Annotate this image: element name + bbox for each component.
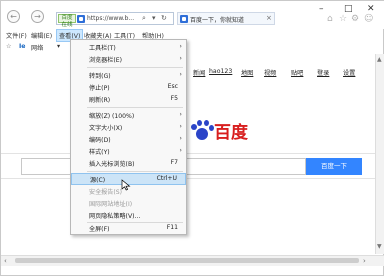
link-video[interactable]: 视频 [264, 68, 276, 77]
scroll-down-icon[interactable]: ▼ [377, 243, 382, 250]
menu-item-label: 样式(Y) [89, 149, 110, 156]
menu-separator [87, 107, 183, 108]
shortcut-label: Ctrl+U [156, 175, 177, 182]
shortcut-label: Esc [167, 83, 178, 90]
link-hao123[interactable]: hao123 [209, 68, 232, 75]
link-map[interactable]: 地图 [241, 68, 253, 77]
menu-item-zoom[interactable]: 缩放(Z) (100%) › [71, 110, 186, 121]
shortcut-label: F7 [170, 159, 178, 166]
menu-item-label: 网页隐私策略(V)... [89, 213, 141, 220]
refresh-icon[interactable]: ↻ [161, 14, 167, 22]
menu-item-encoding[interactable]: 编码(D) › [71, 134, 186, 145]
browser-window: ← → 百度在线 https://www.b... ⌕ ▾ ↻ 百度一下，你就知… [0, 0, 384, 276]
maximize-button[interactable]: □ [344, 4, 353, 14]
tab-baidu[interactable]: 百度一下，你就知道 × [177, 12, 275, 25]
link-news[interactable]: 新闻 [193, 68, 205, 77]
page-content: 新闻 hao123 地图 视频 贴吧 登录 设置 百度 百度一下 ▲ ▼ [1, 54, 384, 254]
smiley-icon[interactable]: ☺ [364, 14, 373, 24]
search-icon[interactable]: ⌕ [142, 14, 146, 23]
menu-bar: 文件(F) 编辑(E) 查看(V) 收藏夹(A) 工具(T) 帮助(H) [1, 29, 384, 42]
link-login[interactable]: 登录 [317, 68, 329, 77]
favorites-star-icon[interactable]: ☆ [339, 14, 347, 24]
tab-title: 百度一下，你就知道 [190, 17, 245, 24]
menu-item-toolbars[interactable]: 工具栏(T) › [71, 42, 186, 53]
submenu-arrow-icon: › [179, 122, 182, 130]
menu-edit[interactable]: 编辑(E) [31, 31, 52, 40]
scroll-left-icon[interactable]: ‹ [4, 257, 7, 265]
chevron-down-icon[interactable]: ▾ [152, 14, 156, 22]
menu-item-label: 编码(D) [89, 137, 111, 144]
favorites-star-icon[interactable]: ☆ [6, 43, 12, 50]
title-bar: ← → 百度在线 https://www.b... ⌕ ▾ ↻ 百度一下，你就知… [1, 1, 384, 29]
close-tab-icon[interactable]: × [266, 14, 272, 22]
menu-item-label: 缩放(Z) (100%) [89, 113, 135, 120]
shortcut-label: F11 [166, 224, 178, 231]
menu-item-text-size[interactable]: 文字大小(X) › [71, 122, 186, 133]
mouse-cursor-icon [121, 179, 131, 191]
menu-item-go-to[interactable]: 转到(G) › [71, 70, 186, 81]
submenu-arrow-icon: › [179, 42, 182, 50]
menu-item-label: 工具栏(T) [89, 45, 116, 52]
shortcut-label: F5 [170, 95, 178, 102]
menu-item-privacy-policy[interactable]: 网页隐私策略(V)... [71, 210, 186, 221]
baidu-favicon-icon [77, 15, 85, 23]
address-bar[interactable]: 百度在线 https://www.b... ⌕ ▾ ↻ [56, 12, 174, 28]
divider [1, 178, 384, 179]
submenu-arrow-icon: › [179, 110, 182, 118]
ie-icon: Ie [19, 43, 26, 50]
submenu-arrow-icon: › [179, 146, 182, 154]
back-arrow-icon[interactable]: ← [7, 10, 20, 23]
menu-item-label: 转到(G) [89, 73, 111, 80]
scroll-right-icon[interactable]: › [363, 257, 366, 265]
menu-item-label: 全屏(F) [89, 226, 110, 233]
scroll-up-icon[interactable]: ▲ [377, 56, 382, 63]
menu-file[interactable]: 文件(F) [6, 31, 27, 40]
close-window-button[interactable]: ✕ [367, 4, 375, 14]
minimize-button[interactable]: – [319, 4, 324, 14]
menu-item-label: 停止(P) [89, 85, 110, 92]
link-tieba[interactable]: 贴吧 [291, 68, 303, 77]
baidu-favicon-icon [180, 15, 188, 23]
favorites-bar: ☆ Ie 网络 ▾ [1, 41, 384, 54]
baidu-paw-icon [187, 119, 214, 141]
menu-item-caret-browsing[interactable]: 插入光标浏览(B) F7 [71, 158, 186, 169]
menu-item-label: 源(C) [90, 177, 106, 184]
menu-separator [87, 67, 183, 68]
menu-item-refresh[interactable]: 刷新(R) F5 [71, 94, 186, 105]
menu-item-international-address[interactable]: 国际网站地址(I) [71, 198, 186, 209]
menu-item-label: 刷新(R) [89, 97, 111, 104]
menu-item-label: 浏览器栏(E) [89, 57, 122, 64]
menu-item-fullscreen[interactable]: 全屏(F) F11 [71, 223, 186, 234]
forward-arrow-icon[interactable]: → [31, 10, 44, 23]
menu-separator [87, 171, 183, 172]
menu-item-label: 插入光标浏览(B) [89, 161, 135, 168]
certificate-badge[interactable]: 百度在线 [58, 14, 76, 28]
search-button[interactable]: 百度一下 [306, 158, 362, 175]
settings-gear-icon[interactable]: ⚙ [351, 14, 359, 24]
menu-item-label: 安全报告(S) [89, 189, 122, 196]
menu-item-stop[interactable]: 停止(P) Esc [71, 82, 186, 93]
menu-item-style[interactable]: 样式(Y) › [71, 146, 186, 157]
divider [1, 153, 384, 154]
baidu-logo-text: 百度 [214, 123, 248, 143]
home-icon[interactable]: ⌂ [327, 14, 333, 24]
menu-item-label: 文字大小(X) [89, 125, 123, 132]
submenu-arrow-icon: › [179, 70, 182, 78]
chevron-down-icon[interactable]: ▾ [57, 43, 60, 50]
url-text[interactable]: https://www.b... [87, 15, 134, 22]
menu-item-explorer-bars[interactable]: 浏览器栏(E) › [71, 54, 186, 65]
menu-item-label: 国际网站地址(I) [89, 201, 133, 208]
favorites-item-network[interactable]: 网络 [31, 43, 43, 52]
submenu-arrow-icon: › [179, 54, 182, 62]
view-menu-dropdown: 工具栏(T) › 浏览器栏(E) › 转到(G) › 停止(P) Esc 刷新(… [70, 39, 187, 235]
link-settings[interactable]: 设置 [343, 68, 355, 77]
vertical-scrollbar[interactable]: ▲ ▼ [375, 54, 384, 254]
horizontal-scrollbar[interactable]: ‹ › [1, 255, 384, 266]
submenu-arrow-icon: › [179, 134, 182, 142]
scrollbar-thumb[interactable] [15, 258, 359, 263]
